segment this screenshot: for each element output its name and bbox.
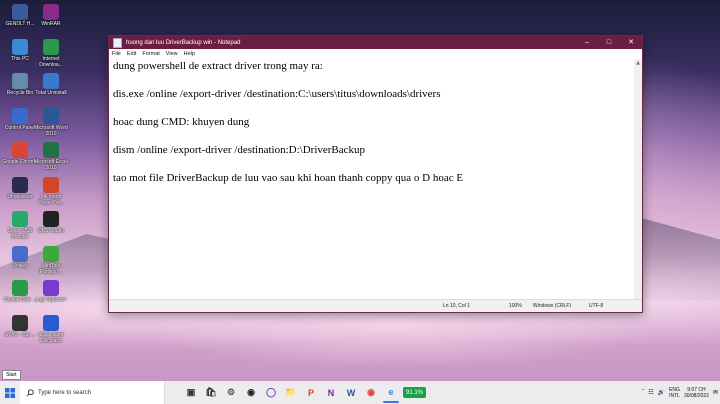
notepad-app-icon [113, 37, 122, 48]
settings-icon[interactable]: ⚙ [223, 384, 239, 402]
desktop-icon[interactable]: Microsoft Word 2010 [31, 107, 71, 137]
idm-icon [43, 38, 59, 55]
close-button[interactable]: ✕ [620, 36, 642, 49]
total-uninstall-icon [43, 73, 59, 89]
explorer-icon[interactable]: 📁 [283, 384, 299, 402]
clock[interactable]: 9:07 CH 30/08/2022 [684, 387, 709, 399]
desktop-icon[interactable]: aCalculator Calculator [31, 314, 71, 344]
desktop-icon-label: Logi Options+ [35, 297, 67, 303]
desktop-icon-label: OBS Studio [37, 228, 65, 234]
desktop-icon[interactable]: OBS Studio [31, 211, 71, 234]
start-tooltip: Start [2, 370, 21, 380]
language-indicator[interactable]: ENG INTL [669, 387, 680, 399]
powerpoint-icon [43, 176, 59, 193]
chevron-up-icon[interactable]: ˆ [642, 390, 644, 396]
scroll-up-icon[interactable]: ▲ [634, 59, 642, 67]
cursor-position: Ln 10, Col 1 [443, 303, 470, 309]
logi-icon [43, 280, 59, 296]
windows-logo-icon [5, 387, 15, 398]
lang-layout: INTL [669, 392, 680, 399]
edge-icon[interactable]: e [383, 383, 399, 403]
obs-icon [43, 211, 59, 227]
word-icon [43, 107, 59, 124]
taskbar-apps: ▣ 🛍 ⚙ ◉ ◯ 📁 P N W ◉ e [183, 383, 399, 403]
minitool-icon [43, 245, 59, 262]
task-view-icon[interactable]: ▣ [183, 384, 199, 402]
minimize-button[interactable]: – [576, 36, 598, 49]
chrome-icon [12, 142, 28, 158]
notification-icon[interactable]: ✉ [713, 389, 718, 396]
unikey-icon [12, 245, 28, 262]
menu-file[interactable]: File [112, 51, 121, 57]
winrar-icon [43, 4, 59, 20]
network-icon[interactable]: ☷ [648, 389, 653, 396]
text-editor[interactable]: dung powershell de extract driver trong … [109, 59, 634, 300]
desktop-icon-label: Microsoft Word 2010 [34, 124, 68, 137]
desktop-icon-label: Total Uninstall [35, 90, 67, 96]
store-icon[interactable]: 🛍 [203, 384, 219, 402]
excel-icon [43, 142, 59, 158]
desktop-icon[interactable]: MiniTool Partition... [31, 245, 71, 275]
powerpoint-taskbar-icon[interactable]: P [303, 384, 319, 402]
lang-code: ENG [669, 386, 680, 393]
taskbar: Type here to search ▣ 🛍 ⚙ ◉ ◯ 📁 P N W ◉ e 91.1% ˆ … [0, 381, 720, 404]
calculator-icon [43, 314, 59, 331]
line-ending: Windows (CRLF) [533, 303, 572, 309]
search-box[interactable]: Type here to search [20, 381, 165, 404]
menu-help[interactable]: Help [184, 51, 195, 57]
search-icon [26, 388, 34, 397]
desktop-icon[interactable]: Internet Downloa... [31, 38, 71, 68]
logi-taskbar-icon[interactable]: ◯ [263, 384, 279, 402]
desktop-icon-label: WinRAR [41, 21, 61, 27]
clock-date: 30/08/2022 [683, 392, 709, 399]
desktop-icon[interactable]: Microsoft Excel 2010 [31, 142, 71, 171]
notepad-titlebar[interactable]: huong dan luu DriverBackup win - Notepad… [109, 36, 642, 49]
desktop-icon[interactable]: Microsoft PowerPoi... [31, 176, 71, 206]
onenote-icon[interactable]: N [323, 384, 339, 402]
word-taskbar-icon[interactable]: W [343, 384, 359, 402]
menu-bar: File Edit Format View Help [109, 49, 642, 59]
start-button[interactable] [0, 381, 20, 404]
desktop-icon-label: MiniTool Partition... [39, 262, 63, 275]
menu-edit[interactable]: Edit [127, 51, 136, 57]
vertical-scrollbar[interactable]: ▲ [634, 59, 642, 300]
crystaldisk-icon [12, 280, 28, 296]
ultraviewer-icon [12, 176, 28, 193]
battery-badge[interactable]: 91.1% [403, 387, 427, 398]
text-line: tao mot file DriverBackup de luu vao sau… [113, 172, 464, 184]
menu-format[interactable]: Format [142, 51, 159, 57]
text-line: hoac dung CMD: khuyen dung [113, 116, 250, 128]
control-panel-icon [12, 107, 28, 124]
text-line: dis.exe /online /export-driver /destinat… [113, 88, 441, 100]
notepad-window[interactable]: huong dan luu DriverBackup win - Notepad… [108, 35, 643, 313]
smart-usb-icon [12, 211, 28, 227]
status-bar: Ln 10, Col 1 100% Windows (CRLF) UTF-8 [109, 299, 642, 312]
desktop-icon-label: Microsoft PowerPoi... [38, 193, 64, 206]
this-pc-icon [12, 38, 28, 55]
text-line: dism /online /export-driver /destination… [113, 144, 366, 156]
desktop-icon[interactable]: Logi Options+ [31, 280, 71, 303]
obs-taskbar-icon[interactable]: ◉ [243, 384, 259, 402]
desktop-icon[interactable]: WinRAR [31, 4, 71, 27]
window-title: huong dan luu DriverBackup win - Notepad [126, 39, 241, 46]
recycle-bin-icon [12, 73, 28, 89]
volume-icon[interactable]: 🔊 [658, 389, 665, 396]
clock-time: 9:07 CH [687, 386, 706, 393]
desktop-icon-label: aCalculator Calculator [38, 331, 64, 344]
desktop-icon-label: Microsoft Excel 2010 [34, 159, 68, 171]
gta-icon [12, 314, 28, 331]
text-line: dung powershell de extract driver trong … [113, 60, 323, 72]
desktop-icon[interactable]: Total Uninstall [31, 73, 71, 96]
maximize-button[interactable]: □ [598, 36, 620, 49]
zoom-level: 100% [509, 303, 522, 309]
desktop-icon-label: Internet Downloa... [39, 55, 63, 68]
system-tray: ˆ ☷ 🔊 ENG INTL 9:07 CH 30/08/2022 ✉ [642, 381, 718, 404]
search-placeholder: Type here to search [38, 389, 92, 396]
encoding: UTF-8 [589, 303, 604, 309]
menu-view[interactable]: View [166, 51, 178, 57]
chrome-taskbar-icon[interactable]: ◉ [363, 384, 379, 402]
gen-icon [12, 4, 28, 20]
